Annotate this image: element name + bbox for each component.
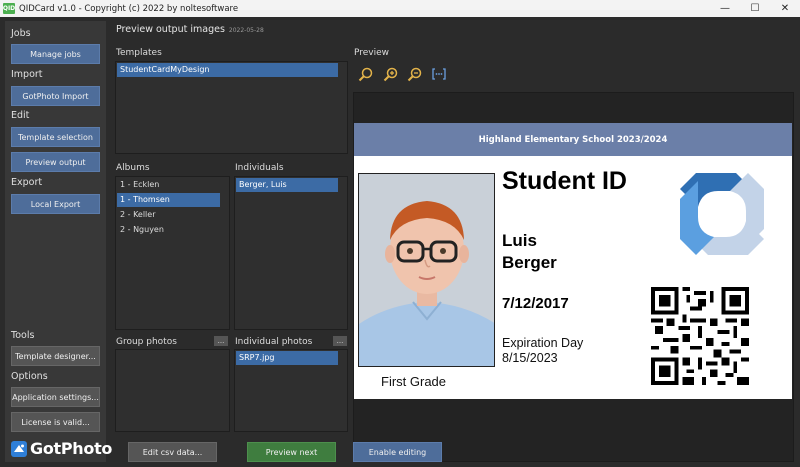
close-button[interactable]: ✕ — [770, 0, 800, 17]
individual-item[interactable]: Berger, Luis — [236, 178, 338, 192]
title-bar: QID QIDCard v1.0 - Copyright (c) 2022 by… — [0, 0, 800, 17]
card-expiration-label: Expiration Day — [502, 336, 584, 350]
album-item[interactable]: 2 - Nguyen — [117, 223, 220, 237]
template-item[interactable]: StudentCardMyDesign — [117, 63, 338, 77]
preview-label: Preview — [354, 48, 390, 58]
application-settings-button[interactable]: Application settings... — [11, 387, 100, 407]
zoom-out-icon[interactable] — [407, 66, 423, 82]
zoom-fit-icon[interactable] — [358, 66, 374, 82]
fit-width-icon[interactable] — [431, 66, 447, 82]
albums-label: Albums — [116, 163, 150, 173]
local-export-button[interactable]: Local Export — [11, 194, 100, 214]
preview-output-button[interactable]: Preview output — [11, 152, 100, 172]
photo-item[interactable]: SRP7.jpg — [236, 351, 338, 365]
id-card-preview: Highland Elementary School 2023/2024 Fir… — [354, 123, 792, 399]
edit-csv-button[interactable]: Edit csv data... — [128, 442, 217, 462]
group-photos-label: Group photos — [116, 337, 177, 347]
card-expiration-date: 8/15/2023 — [502, 351, 558, 365]
manage-jobs-button[interactable]: Manage jobs — [11, 44, 100, 64]
group-photos-list[interactable] — [115, 349, 230, 432]
group-photos-more-button[interactable]: ... — [214, 336, 228, 346]
sidebar: Jobs Manage jobs Import GotPhoto Import … — [5, 21, 112, 462]
album-item[interactable]: 1 - Thomsen — [117, 193, 220, 207]
individual-photos-list[interactable]: SRP7.jpg — [234, 349, 348, 432]
card-title: Student ID — [502, 167, 627, 195]
student-photo — [358, 173, 495, 367]
preview-next-button[interactable]: Preview next — [247, 442, 336, 462]
gotphoto-logo-icon — [11, 440, 27, 457]
individuals-label: Individuals — [235, 163, 284, 173]
maximize-button[interactable]: ☐ — [740, 0, 770, 17]
album-item[interactable]: 2 - Keller — [117, 208, 220, 222]
gotphoto-logo: GotPhoto — [11, 439, 112, 458]
card-birth-date: 7/12/2017 — [502, 295, 569, 312]
template-selection-button[interactable]: Template selection — [11, 127, 100, 147]
templates-list[interactable]: StudentCardMyDesign — [115, 61, 348, 154]
card-expiration: Expiration Day 8/15/2023 — [502, 336, 583, 366]
section-export: Export — [11, 177, 43, 188]
header-date: 2022-05-28 — [228, 27, 264, 34]
enable-editing-button[interactable]: Enable editing — [353, 442, 442, 462]
license-button[interactable]: License is valid... — [11, 412, 100, 432]
templates-label: Templates — [116, 48, 162, 58]
section-tools: Tools — [11, 330, 35, 341]
individuals-list[interactable]: Berger, Luis — [234, 176, 348, 330]
section-jobs: Jobs — [11, 28, 31, 39]
app-icon: QID — [2, 3, 16, 14]
page-title: Preview output images 2022-05-28 — [116, 24, 264, 35]
albums-list[interactable]: 1 - Ecklen 1 - Thomsen 2 - Keller 2 - Ng… — [115, 176, 230, 330]
minimize-button[interactable]: — — [710, 0, 740, 17]
section-import: Import — [11, 69, 43, 80]
card-school-header: Highland Elementary School 2023/2024 — [354, 123, 792, 156]
gotphoto-import-button[interactable]: GotPhoto Import — [11, 86, 100, 106]
zoom-in-icon[interactable] — [383, 66, 399, 82]
qr-code-icon — [651, 287, 749, 385]
brand-name: GotPhoto — [30, 439, 113, 458]
window-title: QIDCard v1.0 - Copyright (c) 2022 by nol… — [19, 3, 239, 14]
student-portrait-image — [359, 174, 494, 366]
individual-photos-label: Individual photos — [235, 337, 313, 347]
card-last-name: Berger — [502, 253, 557, 272]
template-designer-button[interactable]: Template designer... — [11, 346, 100, 366]
card-student-name: Luis Berger — [502, 230, 557, 274]
card-grade: First Grade — [381, 374, 447, 389]
section-options: Options — [11, 371, 48, 382]
school-logo-icon — [680, 173, 764, 255]
section-edit: Edit — [11, 110, 30, 121]
album-item[interactable]: 1 - Ecklen — [117, 178, 220, 192]
individual-photos-more-button[interactable]: ... — [333, 336, 347, 346]
page-title-text: Preview output images — [116, 24, 225, 35]
card-first-name: Luis — [502, 231, 537, 250]
